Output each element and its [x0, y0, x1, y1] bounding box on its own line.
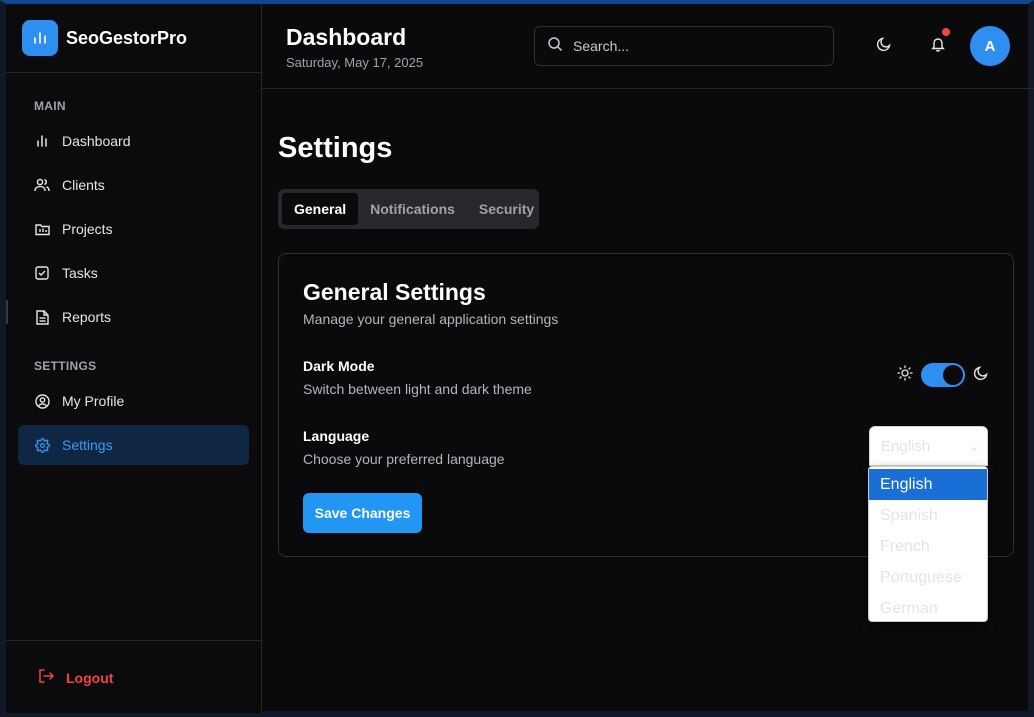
search-icon: [547, 36, 563, 57]
language-option-french[interactable]: French: [869, 531, 987, 562]
file-text-icon: [34, 309, 50, 325]
language-title: Language: [303, 428, 370, 444]
settings-tabs: General Notifications Security: [278, 189, 539, 229]
chevron-down-icon: [969, 441, 979, 459]
sun-icon: [897, 364, 913, 386]
bell-icon: [930, 36, 946, 57]
language-option-german[interactable]: German: [869, 593, 987, 624]
logout-button[interactable]: Logout: [38, 669, 113, 686]
header: Dashboard Saturday, May 17, 2025 A: [262, 4, 1034, 89]
theme-toggle-button[interactable]: [874, 36, 894, 56]
sidebar: SeoGestorPro MAIN Dashboard Clients Proj…: [6, 4, 262, 713]
dark-mode-toggle[interactable]: [921, 363, 965, 387]
card-subtitle: Manage your general application settings: [303, 311, 559, 327]
sidebar-item-projects[interactable]: Projects: [18, 209, 249, 249]
dark-mode-control: [897, 363, 989, 387]
sidebar-item-label: Dashboard: [62, 133, 131, 149]
dark-mode-title: Dark Mode: [303, 358, 375, 374]
notifications-button[interactable]: [928, 28, 950, 57]
sidebar-item-reports[interactable]: Reports: [18, 297, 249, 337]
check-square-icon: [34, 265, 50, 281]
language-dropdown: English Spanish French Portuguese German: [868, 466, 988, 622]
dark-mode-subtitle: Switch between light and dark theme: [303, 381, 532, 397]
gear-icon: [34, 437, 50, 453]
section-label-main: MAIN: [34, 99, 66, 113]
language-option-portuguese[interactable]: Portuguese: [869, 562, 987, 593]
sidebar-item-label: Clients: [62, 177, 105, 193]
sidebar-item-label: Settings: [62, 437, 113, 453]
user-circle-icon: [34, 393, 50, 409]
bar-chart-icon: [22, 20, 58, 56]
sidebar-item-label: Tasks: [62, 265, 98, 281]
sidebar-item-clients[interactable]: Clients: [18, 165, 249, 205]
moon-icon: [876, 36, 892, 57]
logout-icon: [38, 669, 55, 686]
sidebar-footer: Logout: [6, 640, 261, 713]
bar-chart-icon: [34, 133, 50, 149]
search-box[interactable]: [534, 26, 834, 66]
language-option-english[interactable]: English: [869, 469, 987, 500]
sidebar-item-settings[interactable]: Settings: [18, 425, 249, 465]
section-label-settings: SETTINGS: [34, 359, 97, 373]
sidebar-item-label: Projects: [62, 221, 113, 237]
sidebar-item-label: My Profile: [62, 393, 125, 409]
logout-label: Logout: [66, 669, 114, 686]
resize-handle[interactable]: [6, 300, 8, 324]
tab-security[interactable]: Security: [467, 193, 546, 225]
save-button[interactable]: Save Changes: [303, 493, 422, 533]
users-icon: [34, 177, 50, 193]
language-select-value: English: [881, 437, 931, 455]
toggle-knob: [943, 365, 963, 385]
sidebar-item-my-profile[interactable]: My Profile: [18, 381, 249, 421]
language-select[interactable]: English: [869, 426, 988, 466]
moon-icon: [973, 365, 989, 386]
tab-general[interactable]: General: [282, 193, 359, 225]
sidebar-item-dashboard[interactable]: Dashboard: [18, 121, 249, 161]
tab-notifications[interactable]: Notifications: [358, 193, 467, 225]
sidebar-item-label: Reports: [62, 309, 112, 325]
language-subtitle: Choose your preferred language: [303, 451, 505, 467]
settings-title: Settings: [278, 132, 393, 164]
avatar[interactable]: A: [970, 26, 1010, 66]
card-title: General Settings: [303, 279, 486, 305]
search-input[interactable]: [573, 38, 813, 54]
page-date: Saturday, May 17, 2025: [286, 55, 424, 70]
brand-name: SeoGestorPro: [66, 27, 188, 48]
folder-icon: [34, 221, 50, 237]
page-title: Dashboard: [286, 24, 407, 50]
app-window: SeoGestorPro MAIN Dashboard Clients Proj…: [0, 0, 1034, 717]
sidebar-item-tasks[interactable]: Tasks: [18, 253, 249, 293]
brand[interactable]: SeoGestorPro: [6, 4, 261, 73]
notification-dot: [942, 28, 950, 36]
language-option-spanish[interactable]: Spanish: [869, 500, 987, 531]
